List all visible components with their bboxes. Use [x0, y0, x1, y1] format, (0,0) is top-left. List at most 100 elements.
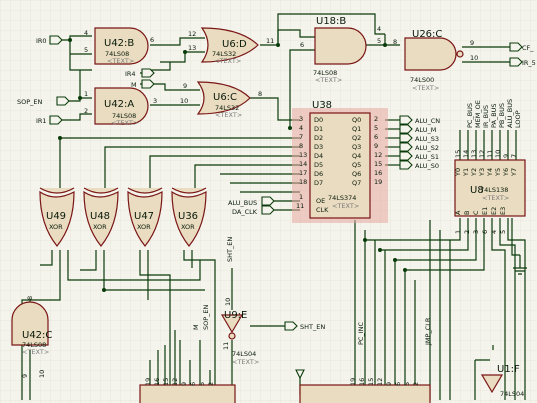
- u8-pinnum-y6: 9: [502, 154, 510, 158]
- bottom-pin-num: 2: [412, 382, 420, 386]
- u8-pin-y1: Y1: [462, 168, 470, 177]
- u42a-text: <TEXT>: [111, 119, 138, 127]
- u8-pinnum-b: 2: [463, 230, 471, 234]
- u6d-pin-out: 11: [266, 37, 274, 45]
- u6c-text: <TEXT>: [215, 111, 242, 119]
- u18b-text: <TEXT>: [315, 76, 342, 84]
- u38-pinnum-q2: 6: [374, 133, 378, 141]
- u42b-pin-b: 5: [84, 46, 88, 54]
- u38-pinnum-d3: 8: [299, 142, 303, 150]
- u42b-name: U42:B: [104, 38, 134, 49]
- u8-type: 74LS138: [480, 186, 508, 194]
- u8-pinnum-e1: 6: [481, 230, 489, 234]
- label-jmp-clr: JMP_CLR: [424, 317, 432, 346]
- u9e-pin-out: 11: [222, 342, 230, 350]
- u38-pin-d1: D1: [314, 125, 323, 133]
- u26c-type: 74LS00: [410, 76, 434, 84]
- u8-pinnum-y3: 12: [478, 150, 486, 158]
- xor-name: U36: [178, 211, 198, 222]
- u8-pin-y2: Y2: [470, 168, 478, 177]
- u38-pin-q7: Q7: [352, 179, 361, 187]
- u38-pinnum-q0: 2: [374, 115, 378, 123]
- label-alu-s1: ALU_S1: [415, 153, 439, 161]
- u8-pinnum-y5: 10: [494, 150, 502, 158]
- u38-pinnum-q5: 15: [374, 160, 382, 168]
- u8-pinnum-y0: 15: [454, 150, 462, 158]
- label-cf: CF_: [522, 44, 534, 52]
- bottom-pin-num: 19: [144, 378, 152, 386]
- u8-pin-e3: E3: [499, 207, 507, 215]
- label-alu-s2: ALU_S2: [415, 144, 439, 152]
- u26c-pin-a: 8: [393, 38, 397, 46]
- label-pa-bus: PA_BUS: [490, 103, 498, 128]
- u6c-pin-out: 8: [258, 90, 262, 98]
- u42c-pin-out: 8: [26, 296, 34, 300]
- label-ir0: IR0: [36, 37, 47, 45]
- u18b-pin-c: 5: [377, 37, 381, 45]
- u38-pinnum-d0: 3: [299, 115, 303, 123]
- bottom-pin-num: 6: [189, 382, 197, 386]
- u38-name: U38: [312, 100, 332, 111]
- u38-pin-d5: D5: [314, 161, 323, 169]
- u38-chip[interactable]: U38 D0 3 D1 4 D2 7 D3 8 D4 13 D5 14 D6 17 D7 18 Q0 2 Q1 5 Q…: [292, 100, 388, 223]
- bottom-pin-num: 12: [376, 378, 384, 386]
- label-pc-inc: PC_INC: [357, 322, 365, 345]
- u9e-type: 74LS04: [232, 350, 256, 358]
- u8-pin-y5: Y5: [494, 168, 502, 177]
- xor-name: U49: [46, 211, 66, 222]
- label-sop-en: SOP_EN: [17, 98, 43, 106]
- u6d-name: U6:D: [222, 39, 247, 50]
- u6c-pin-b: 10: [180, 97, 188, 105]
- u8-pin-y0: Y0: [454, 168, 462, 177]
- bottom-pin-num: 16: [153, 378, 161, 386]
- xor-name: U47: [134, 211, 154, 222]
- bottom-pin-num: 5: [198, 382, 206, 386]
- u42a-pin-b: 2: [84, 107, 88, 115]
- bottom-pin-num: 15: [162, 378, 170, 386]
- u38-pinnum-d6: 17: [299, 169, 307, 177]
- u8-pinnum-y7: 7: [510, 154, 518, 158]
- label-da-clk: DA_CLK: [232, 208, 258, 216]
- u42a-pin-a: 1: [84, 90, 88, 98]
- u38-clk-label: CLK: [316, 206, 329, 214]
- label-alu-bus: ALU_BUS: [506, 99, 514, 128]
- u38-pin-q4: Q4: [352, 152, 361, 160]
- u38-pinnum-d2: 7: [299, 133, 303, 141]
- u38-oe-pin: 1: [299, 193, 303, 201]
- label-alu-s0: ALU_S0: [415, 162, 439, 170]
- u6d-pin-b: 13: [188, 44, 196, 52]
- u1f-type: 74LS04: [500, 390, 524, 398]
- u38-pin-d7: D7: [314, 179, 323, 187]
- label-alu-bus: ALU_BUS: [228, 199, 257, 207]
- u38-pinnum-q4: 12: [374, 151, 382, 159]
- bottom-pin-num: 2: [207, 382, 215, 386]
- u38-pinnum-q3: 9: [374, 142, 378, 150]
- xor-type: XOR: [93, 223, 107, 231]
- label-loop: LOOP: [514, 110, 522, 128]
- u8-pin-y7: Y7: [510, 168, 518, 177]
- label-ir4: IR4: [125, 70, 136, 78]
- u38-pinnum-d5: 14: [299, 160, 307, 168]
- u6d-pin-a: 12: [188, 30, 196, 38]
- u8-text: <TEXT>: [482, 194, 509, 202]
- u9e-text: <TEXT>: [232, 358, 259, 366]
- u38-pin-d6: D6: [314, 170, 323, 178]
- u8-pinnum-e2: 4: [490, 230, 498, 234]
- u42b-pin-a: 4: [84, 29, 88, 37]
- bottom-pin-num: 12: [171, 378, 179, 386]
- label-sop-en-2: SOP_EN: [202, 304, 210, 330]
- u9e-name: U9:E: [224, 310, 247, 321]
- u38-pin-d2: D2: [314, 134, 323, 142]
- bottom-pin-num: 15: [367, 378, 375, 386]
- xor-type: XOR: [181, 223, 195, 231]
- label-m: M: [131, 81, 137, 89]
- u8-pinnum-c: 3: [472, 230, 480, 234]
- u38-pin-q3: Q3: [352, 143, 361, 151]
- u38-pin-d0: D0: [314, 116, 323, 124]
- label-sht-en: SHT_EN: [300, 323, 325, 331]
- u18b-name: U18:B: [316, 16, 346, 27]
- u42a-pin-out: 3: [153, 97, 157, 105]
- bottom-pin-num: 6: [394, 382, 402, 386]
- u38-oe-label: OE: [316, 197, 325, 205]
- u42b-pin-out: 6: [150, 36, 154, 44]
